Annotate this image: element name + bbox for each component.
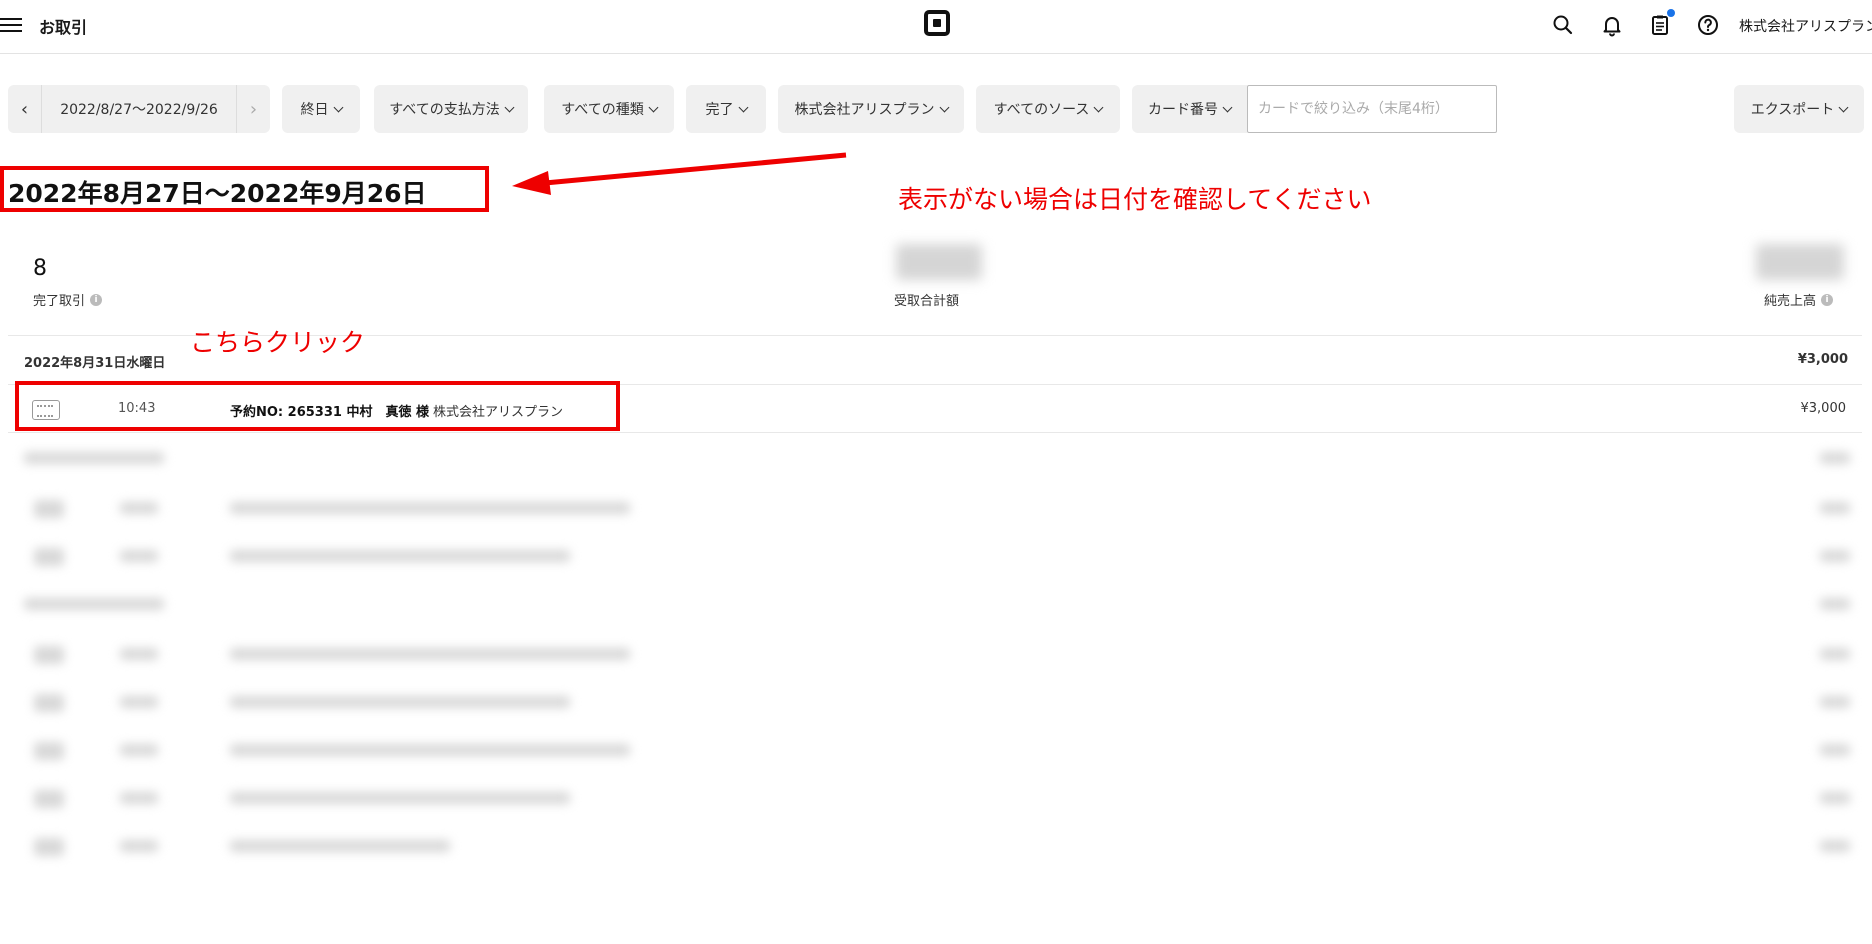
date-range-title: 2022年8月27日～2022年9月26日	[8, 179, 427, 208]
location-filter[interactable]: 株式会社アリスプラン	[778, 85, 964, 133]
next-period-button[interactable]: ›	[236, 85, 270, 133]
chevron-down-icon	[939, 102, 949, 112]
chevron-down-icon	[333, 102, 343, 112]
completed-label: 完了取引 i	[33, 290, 103, 309]
completed-count: 8	[33, 256, 47, 281]
transaction-amount: ¥3,000	[1800, 401, 1847, 416]
chevron-down-icon	[504, 102, 515, 112]
chevron-down-icon	[738, 102, 748, 112]
source-filter[interactable]: すべてのソース	[976, 85, 1120, 133]
card-number-dropdown[interactable]: カード番号	[1132, 85, 1247, 133]
card-filter-input[interactable]	[1247, 85, 1497, 133]
annotation-arrow	[512, 152, 847, 195]
bell-icon[interactable]	[1600, 13, 1624, 37]
account-menu[interactable]: 株式会社アリスプラン	[1739, 16, 1872, 36]
chevron-down-icon	[1093, 102, 1104, 112]
divider	[8, 432, 1862, 433]
net-sales-value	[1756, 244, 1844, 280]
status-filter[interactable]: 完了	[686, 85, 766, 133]
chevron-down-icon	[648, 102, 659, 112]
chevron-down-icon	[1838, 102, 1849, 112]
payment-method-filter[interactable]: すべての支払方法	[374, 85, 528, 133]
received-label: 受取合計額	[894, 294, 960, 309]
chevron-down-icon	[1222, 102, 1233, 112]
received-total-value	[896, 244, 982, 280]
date-range-dropdown[interactable]: 2022/8/27～2022/9/26	[42, 85, 236, 133]
day-header: 2022年8月31日水曜日	[24, 356, 166, 371]
annotation-click-note: こちらクリック	[190, 328, 366, 357]
net-sales-label: 純売上高 i	[1764, 290, 1834, 309]
info-icon[interactable]: i	[90, 293, 103, 306]
previous-period-button[interactable]: ‹	[8, 85, 42, 133]
annotation-date-note: 表示がない場合は日付を確認してください	[898, 185, 1372, 214]
square-logo-icon[interactable]	[924, 10, 950, 36]
time-filter[interactable]: 終日	[282, 85, 360, 133]
clipboard-icon[interactable]	[1648, 9, 1675, 37]
page-title: お取引	[39, 18, 88, 37]
help-icon[interactable]	[1696, 13, 1720, 37]
top-header: お取引 株式会社アリスプラン	[0, 0, 1872, 54]
day-total: ¥3,000	[1797, 352, 1848, 367]
export-button[interactable]: エクスポート	[1734, 85, 1864, 133]
filter-bar: ‹ 2022/8/27～2022/9/26 › 終日 すべての支払方法 すべての…	[0, 85, 1872, 133]
menu-icon[interactable]	[0, 15, 22, 35]
annotation-box-row	[15, 381, 620, 431]
date-range-picker: ‹ 2022/8/27～2022/9/26 ›	[8, 85, 270, 133]
search-icon[interactable]	[1551, 13, 1575, 37]
info-icon[interactable]: i	[1821, 293, 1834, 306]
notification-dot	[1667, 9, 1675, 17]
type-filter[interactable]: すべての種類	[544, 85, 674, 133]
